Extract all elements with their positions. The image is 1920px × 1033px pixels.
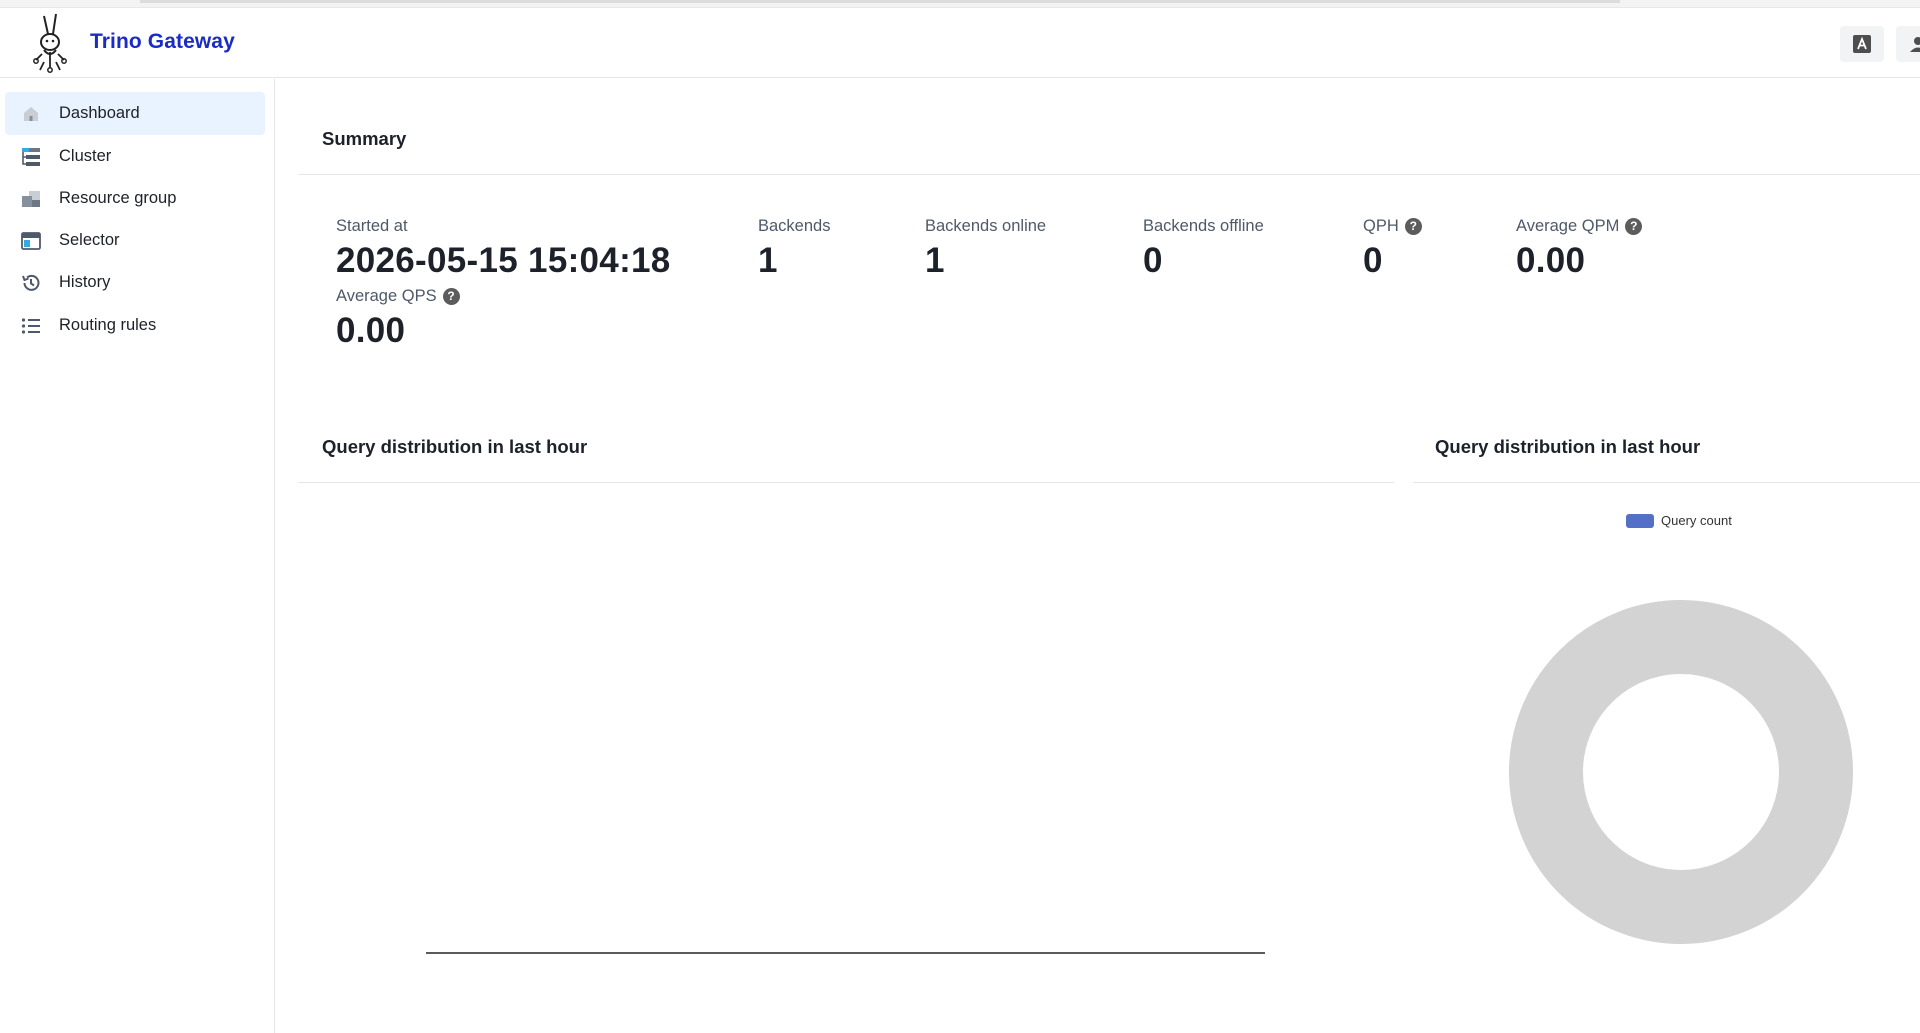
sidebar-item-label: Selector bbox=[59, 231, 120, 249]
stat-value: 0.00 bbox=[336, 311, 406, 350]
sidebar-item-label: Resource group bbox=[59, 189, 177, 207]
stat-backends-online: Backends online 1 bbox=[925, 215, 1046, 281]
stat-value: 2026-05-15 15:04:18 bbox=[336, 241, 671, 280]
list-icon bbox=[19, 314, 43, 338]
sidebar-item-routing-rules[interactable]: Routing rules bbox=[5, 304, 265, 347]
summary-title: Summary bbox=[322, 128, 407, 149]
stat-label: Backends offline bbox=[1143, 216, 1264, 235]
brand-title[interactable]: Trino Gateway bbox=[90, 30, 235, 54]
stat-label-text: Average QPS bbox=[336, 286, 437, 305]
stat-value: 1 bbox=[925, 241, 945, 280]
stat-started-at: Started at 2026-05-15 15:04:18 bbox=[336, 215, 671, 281]
question-circle-icon[interactable]: ? bbox=[1625, 217, 1643, 235]
sidebar-item-label: Cluster bbox=[59, 147, 112, 165]
stat-label-text: QPH bbox=[1363, 216, 1399, 235]
stat-average-qps: Average QPS ? 0.00 bbox=[336, 285, 460, 351]
cluster-icon bbox=[19, 145, 43, 169]
sidebar-item-cluster[interactable]: Cluster bbox=[5, 135, 265, 178]
pie-chart-divider bbox=[1413, 482, 1920, 483]
stat-value: 1 bbox=[758, 241, 778, 280]
summary-divider bbox=[298, 174, 1920, 175]
home-icon bbox=[19, 102, 43, 126]
trino-bunny-logo bbox=[33, 13, 67, 73]
stat-label-text: Average QPM bbox=[1516, 216, 1620, 235]
sidebar-item-history[interactable]: History bbox=[5, 261, 265, 304]
selector-icon bbox=[19, 229, 43, 253]
translate-icon bbox=[1853, 35, 1871, 53]
sidebar-item-resource-group[interactable]: Resource group bbox=[5, 177, 265, 220]
stat-label: Average QPM ? bbox=[1516, 215, 1643, 237]
main-content: Summary Started at 2026-05-15 15:04:18 B… bbox=[276, 79, 1920, 1033]
stat-label: Started at bbox=[336, 216, 408, 235]
resource-group-icon bbox=[19, 187, 43, 211]
user-icon bbox=[1910, 37, 1920, 52]
stat-label: Average QPS ? bbox=[336, 285, 460, 307]
sidebar: Dashboard Cluster Resource group Selecto… bbox=[0, 79, 275, 1033]
sidebar-item-selector[interactable]: Selector bbox=[5, 219, 265, 262]
stat-value: 0.00 bbox=[1516, 241, 1586, 280]
stat-backends: Backends 1 bbox=[758, 215, 830, 281]
stat-average-qpm: Average QPM ? 0.00 bbox=[1516, 215, 1643, 281]
donut-empty-ring bbox=[1509, 600, 1853, 944]
stat-label: Backends online bbox=[925, 216, 1047, 235]
sidebar-item-label: Dashboard bbox=[59, 104, 140, 122]
user-button[interactable] bbox=[1896, 26, 1920, 62]
browser-top-strip bbox=[0, 0, 1920, 8]
sidebar-item-label: Routing rules bbox=[59, 316, 157, 334]
sidebar-item-label: History bbox=[59, 273, 111, 291]
stat-qph: QPH ? 0 bbox=[1363, 215, 1422, 281]
question-circle-icon[interactable]: ? bbox=[442, 287, 460, 305]
donut-chart bbox=[1509, 600, 1853, 944]
stat-label: QPH ? bbox=[1363, 215, 1422, 237]
stat-label: Backends bbox=[758, 216, 831, 235]
sidebar-item-dashboard[interactable]: Dashboard bbox=[5, 92, 265, 135]
line-chart-divider bbox=[298, 482, 1394, 483]
pie-chart-title: Query distribution in last hour bbox=[1435, 436, 1701, 457]
line-chart-x-axis bbox=[426, 952, 1265, 954]
app-header: Trino Gateway bbox=[0, 8, 1920, 78]
history-icon bbox=[19, 271, 43, 295]
legend-label: Query count bbox=[1661, 513, 1732, 528]
stat-value: 0 bbox=[1143, 241, 1163, 280]
pie-legend[interactable]: Query count bbox=[1626, 513, 1732, 528]
translate-button[interactable] bbox=[1840, 26, 1884, 62]
stat-backends-offline: Backends offline 0 bbox=[1143, 215, 1264, 281]
line-chart-title: Query distribution in last hour bbox=[322, 436, 588, 457]
legend-swatch bbox=[1626, 513, 1654, 528]
question-circle-icon[interactable]: ? bbox=[1404, 217, 1422, 235]
stat-value: 0 bbox=[1363, 241, 1383, 280]
